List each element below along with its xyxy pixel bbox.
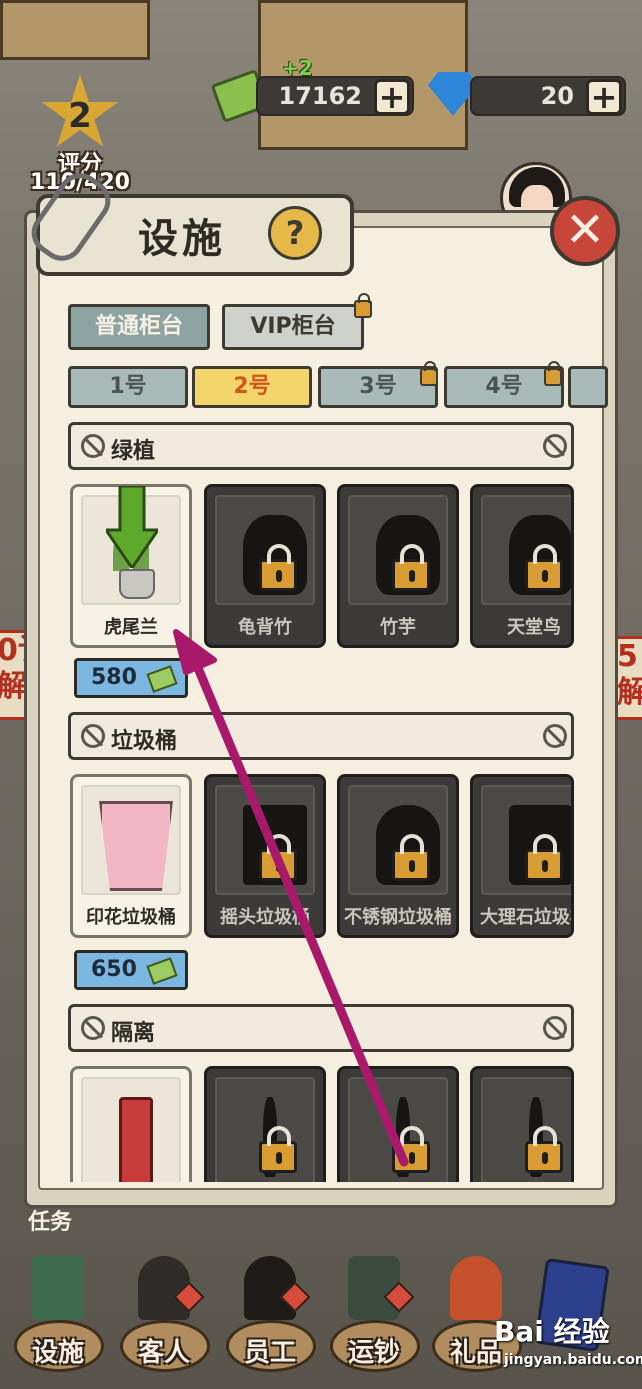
nav-staff[interactable]: 员工 [222, 1256, 318, 1376]
nav-facilities[interactable]: 设施 [10, 1256, 106, 1376]
nav-label: 客人 [137, 1338, 190, 1368]
nav-cash-transport[interactable]: 运钞 [326, 1256, 422, 1376]
nav-label: 员工 [243, 1338, 296, 1368]
watermark: Bai 经验 jingyan.baidu.com [480, 1310, 642, 1380]
nav-label: 设施 [31, 1338, 84, 1368]
annotation-arrow-icon [173, 629, 409, 1167]
watermark-url: jingyan.baidu.com [504, 1352, 642, 1368]
watermark-brand: Bai 经验 [494, 1315, 610, 1348]
facility-icon [32, 1256, 84, 1320]
nav-label: 运钞 [347, 1338, 400, 1368]
nav-customers[interactable]: 客人 [116, 1256, 212, 1376]
